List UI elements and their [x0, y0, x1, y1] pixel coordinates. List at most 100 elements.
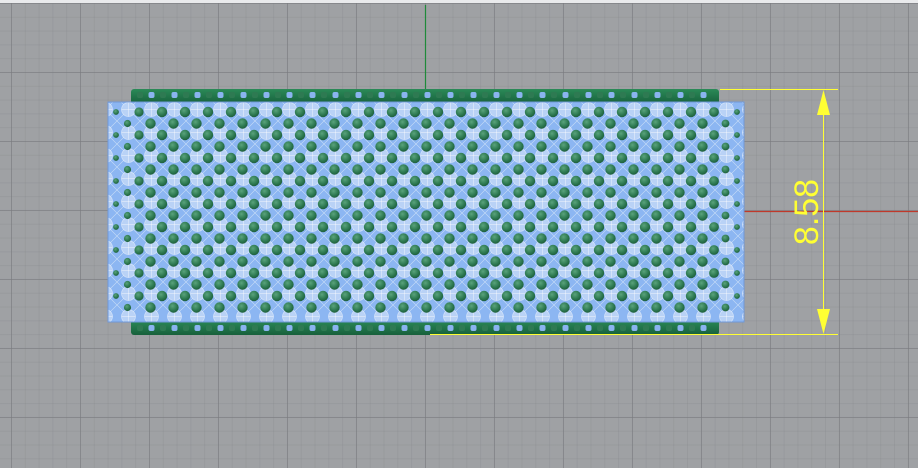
bead	[559, 118, 570, 129]
bead	[639, 152, 651, 164]
ring-model[interactable]	[107, 89, 745, 335]
bead	[134, 153, 144, 163]
bead	[651, 210, 662, 221]
bead	[605, 279, 616, 290]
bead	[191, 141, 202, 152]
bead	[191, 118, 202, 129]
bead	[524, 221, 536, 233]
bead	[524, 290, 536, 302]
bead	[501, 106, 513, 118]
bead	[168, 118, 179, 129]
bead	[386, 175, 398, 187]
bead	[168, 279, 179, 290]
bead	[582, 256, 593, 267]
bead	[547, 290, 559, 302]
bead	[225, 244, 237, 256]
bead	[145, 256, 156, 267]
rim-dot	[574, 325, 580, 331]
rim-dot	[493, 325, 500, 331]
bead	[329, 256, 340, 267]
bead	[651, 302, 662, 313]
bead	[317, 290, 329, 302]
viewport-canvas[interactable]: 8.58	[0, 0, 918, 468]
bead	[721, 165, 730, 174]
bead	[271, 198, 283, 210]
bead	[271, 106, 283, 118]
bead	[398, 141, 409, 152]
bead	[363, 129, 375, 141]
bead	[662, 221, 674, 233]
bead	[237, 164, 248, 175]
bead	[260, 118, 271, 129]
bead	[113, 155, 119, 161]
bead	[582, 302, 593, 313]
rim-dot	[436, 92, 442, 98]
rim-dot	[528, 92, 534, 98]
bead	[214, 210, 225, 221]
rim-dot	[585, 92, 592, 98]
bead	[214, 164, 225, 175]
bead	[386, 198, 398, 210]
bead	[363, 198, 375, 210]
rim-dot	[332, 325, 339, 331]
bead	[248, 221, 260, 233]
rim-dot	[344, 92, 350, 98]
rim-dot	[137, 325, 143, 331]
bead	[605, 164, 616, 175]
rim-dot	[217, 92, 224, 98]
rim-dot	[321, 92, 327, 98]
bead	[317, 267, 329, 279]
bead	[123, 165, 132, 174]
bead	[248, 290, 260, 302]
bead	[156, 106, 168, 118]
rim-dot	[183, 92, 189, 98]
dimension-value: 8.58	[788, 179, 826, 245]
bead	[455, 175, 467, 187]
bead	[179, 106, 191, 118]
rim-dot	[689, 92, 695, 98]
bead	[570, 244, 582, 256]
dimension-arrow-top	[817, 90, 830, 115]
bead	[421, 256, 432, 267]
bead	[490, 302, 501, 313]
bead	[386, 221, 398, 233]
bead	[616, 129, 628, 141]
bead	[685, 290, 697, 302]
rim-dot	[689, 325, 695, 331]
bead	[202, 129, 214, 141]
rim-dot	[194, 92, 201, 98]
bead	[202, 290, 214, 302]
bead	[145, 210, 156, 221]
bead	[536, 256, 547, 267]
bead	[593, 129, 605, 141]
bead	[651, 233, 662, 244]
bead	[432, 152, 444, 164]
bead	[467, 256, 478, 267]
rim-dot	[436, 325, 442, 331]
bead	[352, 210, 363, 221]
bead	[409, 290, 421, 302]
bead	[547, 267, 559, 279]
bead	[709, 245, 719, 255]
bead	[444, 164, 455, 175]
bead	[421, 233, 432, 244]
bead	[340, 267, 352, 279]
bead	[409, 267, 421, 279]
bead	[386, 244, 398, 256]
bead	[340, 106, 352, 118]
bead	[478, 221, 490, 233]
bead	[237, 210, 248, 221]
bead	[306, 256, 317, 267]
bead	[662, 175, 674, 187]
bead	[306, 164, 317, 175]
rim-dot	[263, 325, 270, 331]
bead	[168, 141, 179, 152]
bead	[409, 129, 421, 141]
viewport-front[interactable]: 8.58	[0, 0, 918, 468]
bead	[651, 256, 662, 267]
bead	[628, 164, 639, 175]
bead	[570, 198, 582, 210]
rim-dot	[286, 92, 293, 98]
bead	[317, 244, 329, 256]
bead	[721, 257, 730, 266]
